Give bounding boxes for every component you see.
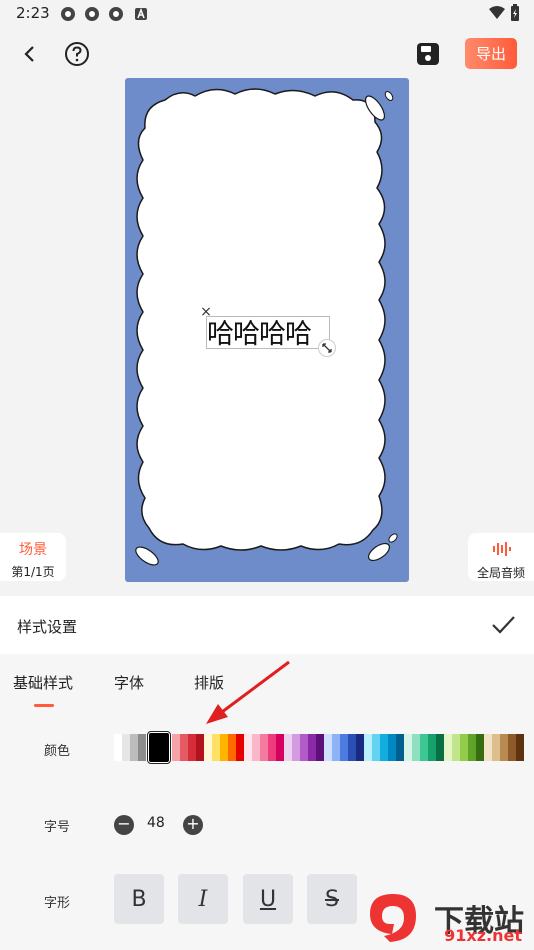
color-swatch[interactable] (388, 734, 396, 761)
color-swatch[interactable] (508, 734, 516, 761)
color-palette (114, 731, 524, 764)
color-swatch[interactable] (460, 734, 468, 761)
color-swatch[interactable] (316, 734, 324, 761)
italic-button[interactable]: I (178, 874, 228, 924)
color-swatch[interactable] (260, 734, 268, 761)
increase-size-button[interactable]: + (183, 815, 203, 835)
color-swatch[interactable] (492, 734, 500, 761)
canvas-text[interactable]: 哈哈哈哈 (207, 312, 312, 351)
color-swatch[interactable] (300, 734, 308, 761)
color-swatch[interactable] (324, 734, 332, 761)
status-right (488, 4, 520, 22)
aperture-icon (85, 7, 99, 21)
watermark: 下载站 91xz.net (360, 894, 530, 948)
font-size-label: 字号 (44, 820, 71, 835)
color-swatch[interactable] (356, 734, 364, 761)
back-button[interactable] (14, 38, 46, 70)
color-swatch[interactable] (348, 734, 356, 761)
status-bar: 2:23 (0, 0, 534, 28)
global-audio-label: 全局音频 (476, 566, 525, 580)
color-swatch[interactable] (228, 734, 236, 761)
chevron-left-icon (24, 46, 34, 62)
help-button[interactable] (61, 38, 93, 70)
wifi-icon (489, 6, 505, 19)
color-swatch[interactable] (436, 734, 444, 761)
color-swatch[interactable] (308, 734, 316, 761)
color-swatch[interactable] (212, 734, 220, 761)
decrease-size-button[interactable]: − (114, 815, 134, 835)
color-swatch[interactable] (484, 734, 492, 761)
font-size-value: 48 (147, 815, 165, 831)
status-time: 2:23 (16, 4, 50, 22)
scene-page: 第1/1页 (11, 565, 55, 579)
tab-font[interactable]: 字体 (114, 672, 144, 693)
watermark-logo (370, 894, 416, 942)
color-swatch[interactable] (452, 734, 460, 761)
battery-icon (511, 4, 519, 21)
strikethrough-button[interactable]: S (307, 874, 357, 924)
audio-wave-icon (493, 542, 511, 556)
resize-handle[interactable] (318, 339, 336, 357)
confirm-check-icon[interactable] (488, 610, 518, 640)
color-swatch[interactable] (122, 734, 130, 761)
color-swatch[interactable] (444, 734, 452, 761)
top-toolbar: 导出 (0, 30, 534, 76)
scene-button[interactable]: 场景 第1/1页 (0, 533, 66, 581)
save-icon (417, 43, 439, 65)
color-swatch[interactable] (364, 734, 372, 761)
scene-title: 场景 (19, 542, 47, 558)
color-swatch[interactable] (340, 734, 348, 761)
color-swatch[interactable] (516, 734, 524, 761)
color-swatch[interactable] (372, 734, 380, 761)
a-box-icon (135, 7, 147, 20)
color-swatch[interactable] (476, 734, 484, 761)
color-swatch[interactable] (244, 734, 252, 761)
color-swatch[interactable] (130, 734, 138, 761)
close-icon[interactable]: × (199, 305, 213, 319)
color-swatch[interactable] (252, 734, 260, 761)
color-swatch[interactable] (220, 734, 228, 761)
color-swatch[interactable] (276, 734, 284, 761)
color-swatch[interactable] (404, 734, 412, 761)
active-tab-indicator (34, 704, 54, 707)
save-button[interactable] (412, 38, 444, 70)
panel-title: 样式设置 (17, 618, 78, 636)
color-swatch[interactable] (114, 734, 122, 761)
aperture-icon (109, 7, 123, 21)
watermark-url: 91xz.net (444, 926, 522, 945)
color-swatch[interactable] (420, 734, 428, 761)
color-swatch[interactable] (138, 734, 146, 761)
color-swatch[interactable] (180, 734, 188, 761)
color-swatch[interactable] (292, 734, 300, 761)
color-swatch[interactable] (412, 734, 420, 761)
color-swatch[interactable] (268, 734, 276, 761)
color-swatch[interactable] (188, 734, 196, 761)
global-audio-button[interactable]: 全局音频 (468, 533, 534, 581)
help-icon (65, 42, 89, 66)
color-swatch[interactable] (236, 734, 244, 761)
color-swatch[interactable] (172, 734, 180, 761)
color-swatch[interactable] (204, 734, 212, 761)
color-swatch[interactable] (147, 731, 171, 764)
underline-button[interactable]: U (243, 874, 293, 924)
color-swatch[interactable] (196, 734, 204, 761)
color-swatch[interactable] (500, 734, 508, 761)
color-swatch[interactable] (332, 734, 340, 761)
color-swatch[interactable] (468, 734, 476, 761)
color-swatch[interactable] (284, 734, 292, 761)
export-button[interactable]: 导出 (465, 38, 517, 69)
aperture-icon (61, 7, 75, 21)
style-panel-header: 样式设置 (0, 596, 534, 654)
color-swatch[interactable] (428, 734, 436, 761)
glyph-label: 字形 (44, 896, 71, 911)
resize-icon (322, 343, 332, 353)
color-label: 颜色 (44, 744, 71, 759)
tab-basic-style[interactable]: 基础样式 (13, 672, 73, 693)
color-swatch[interactable] (380, 734, 388, 761)
color-swatch[interactable] (396, 734, 404, 761)
tab-layout[interactable]: 排版 (194, 672, 224, 693)
bold-button[interactable]: B (114, 874, 164, 924)
